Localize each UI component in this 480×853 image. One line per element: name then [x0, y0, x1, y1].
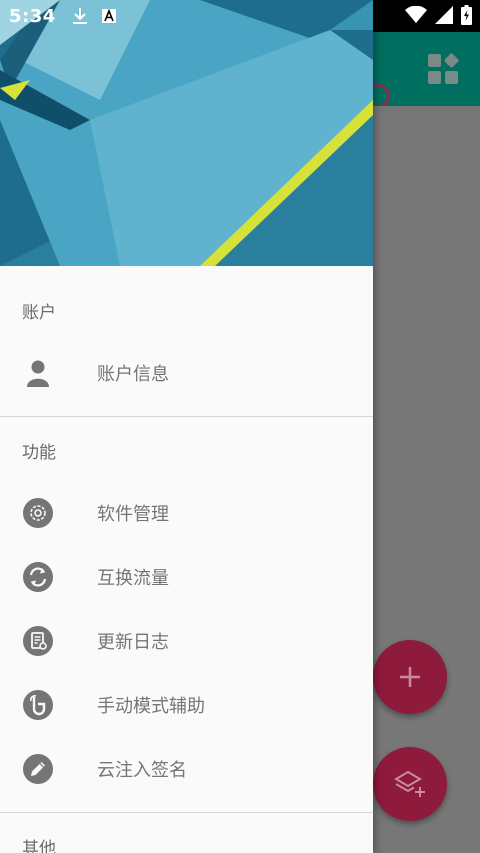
dashboard-grid-icon[interactable] — [426, 52, 460, 86]
battery-icon — [461, 5, 472, 25]
menu-item-label: 更新日志 — [97, 632, 169, 653]
menu-item-software-manage[interactable]: 软件管理 — [0, 481, 373, 545]
swap-icon — [23, 562, 53, 592]
layers-add-icon — [394, 770, 425, 797]
menu-item-exchange-traffic[interactable]: 互换流量 — [0, 545, 373, 609]
hand-icon — [23, 690, 53, 720]
gear-icon — [23, 498, 53, 528]
navigation-drawer: 账户 账户信息 功能 软件管理 互换流量 更新日志 手动模式辅助 云注入签名 其… — [0, 0, 373, 853]
menu-item-cloud-inject-sign[interactable]: 云注入签名 — [0, 737, 373, 801]
menu-item-account-info[interactable]: 账户信息 — [0, 341, 373, 405]
menu-item-label: 云注入签名 — [97, 760, 187, 781]
divider — [0, 416, 373, 417]
layers-fab-button[interactable] — [373, 747, 447, 821]
status-bar: 5:34 — [0, 0, 480, 32]
plus-icon — [400, 667, 420, 687]
pencil-icon — [23, 754, 53, 784]
person-icon — [27, 360, 49, 387]
menu-item-manual-mode-assist[interactable]: 手动模式辅助 — [0, 673, 373, 737]
log-icon — [23, 626, 53, 656]
divider — [0, 812, 373, 813]
status-time: 5:34 — [9, 5, 56, 27]
menu-item-label: 软件管理 — [97, 504, 169, 525]
wifi-icon — [405, 6, 427, 23]
section-title-account: 账户 — [22, 303, 56, 323]
menu-item-update-log[interactable]: 更新日志 — [0, 609, 373, 673]
section-title-other: 其他 — [22, 839, 56, 853]
drawer-header-image — [0, 0, 373, 266]
signal-icon — [435, 6, 453, 24]
add-fab-button[interactable] — [373, 640, 447, 714]
menu-item-label: 互换流量 — [97, 568, 169, 589]
font-a-icon — [101, 9, 116, 23]
download-icon — [72, 8, 87, 24]
menu-item-label: 账户信息 — [97, 364, 169, 385]
section-title-functions: 功能 — [22, 443, 56, 463]
menu-item-label: 手动模式辅助 — [97, 696, 205, 717]
